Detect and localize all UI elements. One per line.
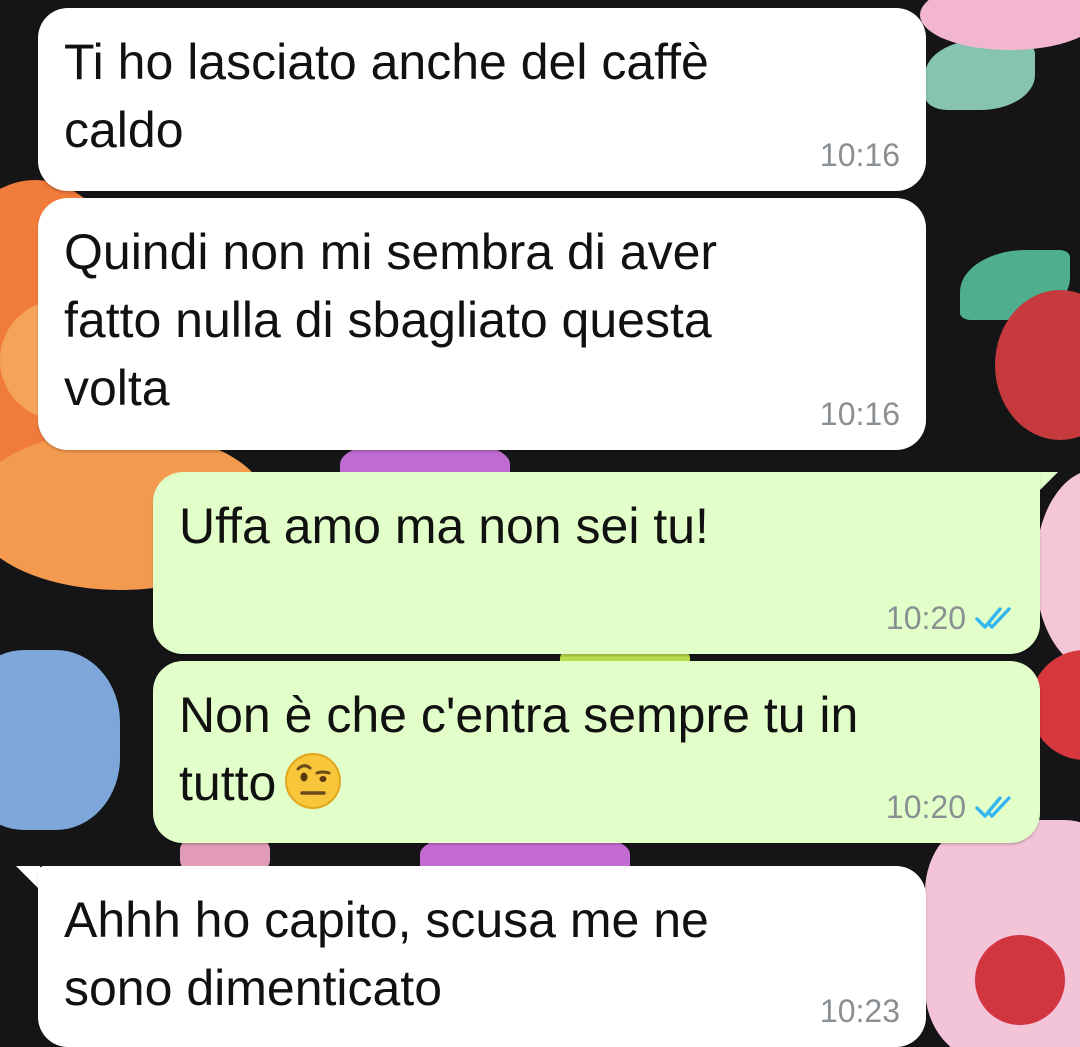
message-meta: 10:20 xyxy=(886,789,1014,825)
message-text: Uffa amo ma non sei tu! xyxy=(179,498,709,554)
message-time: 10:16 xyxy=(819,137,900,173)
message-list[interactable]: Ti ho lasciato anche del caffè caldo 10:… xyxy=(0,0,1080,1047)
message-bubble-incoming[interactable]: Ti ho lasciato anche del caffè caldo 10:… xyxy=(38,8,926,191)
raised-eyebrow-emoji-icon xyxy=(284,752,342,810)
bubble-tail xyxy=(16,866,40,890)
message-text: Quindi non mi sembra di aver fatto nulla… xyxy=(64,224,718,416)
message-time: 10:20 xyxy=(885,600,966,636)
message-bubble-incoming[interactable]: Quindi non mi sembra di aver fatto nulla… xyxy=(38,198,926,450)
message-bubble-outgoing[interactable]: Uffa amo ma non sei tu! 10:20 xyxy=(153,472,1040,654)
double-check-icon xyxy=(974,793,1014,821)
message-text-content: Non è che c'entra sempre tu in tutto xyxy=(179,687,859,811)
message-meta: 10:20 xyxy=(886,600,1014,636)
message-text: Ahhh ho capito, scusa me ne sono dimenti… xyxy=(64,892,709,1016)
message-meta: 10:16 xyxy=(820,396,900,432)
message-time: 10:23 xyxy=(819,993,900,1029)
double-check-icon xyxy=(974,604,1014,632)
message-time: 10:16 xyxy=(819,396,900,432)
message-text: Ti ho lasciato anche del caffè caldo xyxy=(64,34,709,158)
message-time: 10:20 xyxy=(885,789,966,825)
message-meta: 10:23 xyxy=(820,993,900,1029)
message-bubble-outgoing[interactable]: Non è che c'entra sempre tu in tutto 10:… xyxy=(153,661,1040,843)
message-meta: 10:16 xyxy=(820,137,900,173)
message-bubble-incoming[interactable]: Ahhh ho capito, scusa me ne sono dimenti… xyxy=(38,866,926,1047)
